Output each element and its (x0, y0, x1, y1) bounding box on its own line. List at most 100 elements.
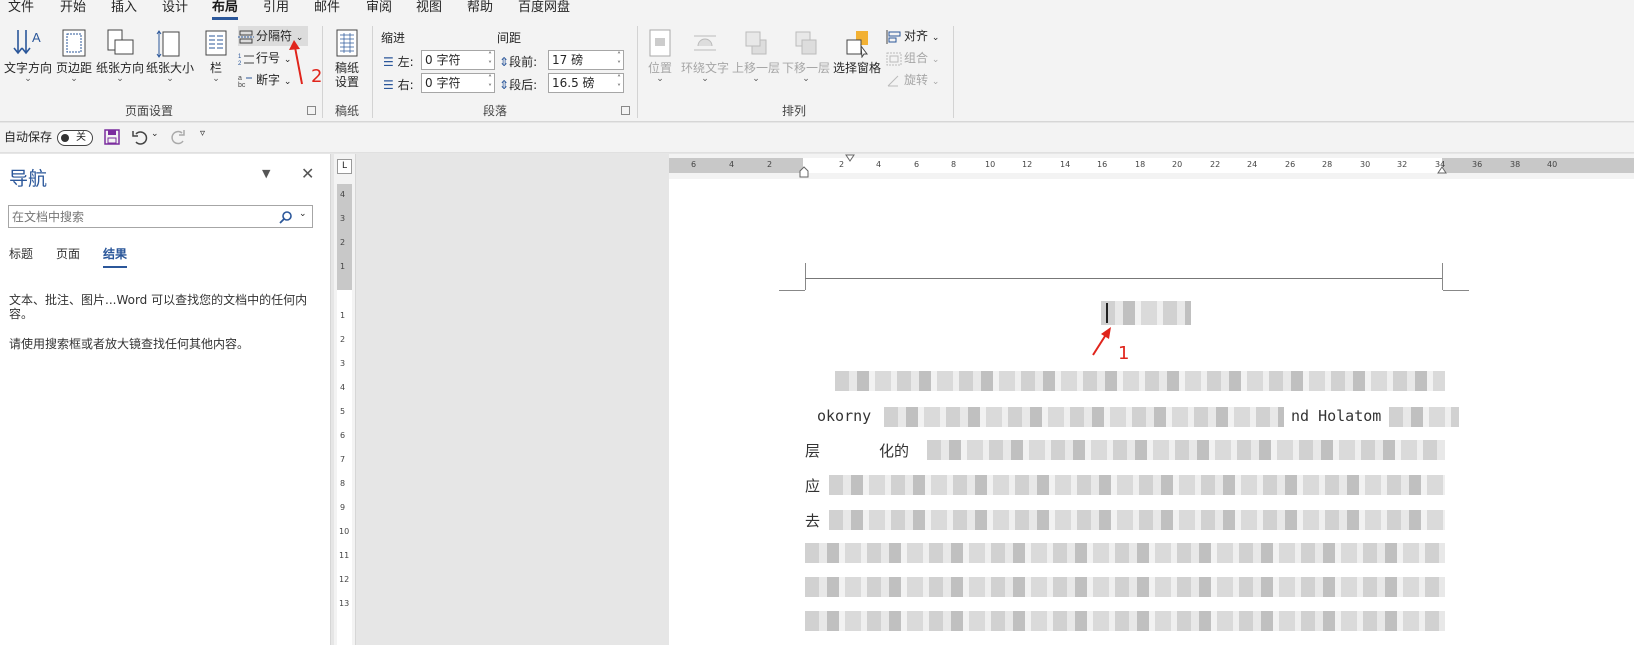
spacing-before-input[interactable]: 17 磅 ˄ ˅ (548, 50, 624, 70)
columns-icon (205, 30, 227, 56)
align-icon (886, 29, 901, 44)
align-button[interactable]: 对齐 ⌄ (886, 26, 946, 46)
autosave-toggle[interactable]: 关 (57, 130, 93, 146)
tab-home[interactable]: 开始 (60, 0, 86, 20)
spin-arrows-icon[interactable]: ˄ ˅ (617, 51, 621, 69)
wrap-text-button[interactable]: 环绕文字 ⌄ (681, 28, 729, 84)
undo-icon[interactable] (132, 129, 148, 145)
ruler-label: 11 (339, 551, 350, 560)
spin-arrows-icon[interactable]: ˄ ˅ (488, 74, 492, 92)
header-rule (805, 278, 1443, 279)
manuscript-settings-button[interactable]: 稿纸 设置 (328, 28, 366, 89)
text-line[interactable] (805, 611, 1445, 631)
tab-help[interactable]: 帮助 (467, 0, 493, 20)
nav-tab-results[interactable]: 结果 (103, 245, 128, 268)
customize-qat-icon[interactable]: ▿ (200, 128, 205, 139)
spin-arrows-icon[interactable]: ˄ ˅ (617, 74, 621, 92)
nav-search-input[interactable] (12, 207, 272, 226)
nav-info-text: 请使用搜索框或者放大镜查找任何其他内容。 (9, 337, 250, 351)
ruler-label: 26 (1285, 160, 1296, 169)
text-line[interactable] (1389, 407, 1459, 427)
undo-dropdown-icon[interactable]: ⌄ (151, 129, 159, 139)
nav-tab-pages[interactable]: 页面 (56, 245, 80, 262)
tab-baidu-netdisk[interactable]: 百度网盘 (518, 0, 570, 20)
indent-label: 缩进 (381, 31, 406, 45)
group-separator (372, 26, 373, 118)
ruler-body (803, 158, 1442, 173)
spin-arrows-icon[interactable]: ˄ ˅ (488, 51, 492, 69)
ruler-label: 2 (767, 160, 773, 169)
text-line[interactable] (829, 475, 1445, 495)
chevron-down-icon: ⌄ (931, 33, 940, 43)
text-line[interactable] (829, 510, 1445, 530)
text-fragment: nd Holatom (1291, 407, 1382, 425)
text-line[interactable] (805, 577, 1445, 597)
orientation-icon (107, 29, 134, 55)
position-button[interactable]: 位置 ⌄ (644, 28, 676, 84)
nav-tab-headings[interactable]: 标题 (9, 245, 33, 262)
crop-mark (779, 290, 805, 291)
text-line[interactable] (927, 440, 1445, 460)
indent-right-input[interactable]: 0 字符 ˄ ˅ (421, 73, 495, 93)
close-icon[interactable]: ✕ (301, 164, 314, 183)
search-icon[interactable] (279, 210, 293, 224)
ruler-label: 2 (340, 238, 346, 247)
indent-marker-icon[interactable] (799, 166, 809, 178)
ruler-label: 4 (729, 160, 735, 169)
nav-info-text: 文本、批注、图片...Word 可以查找您的文档中的任何内容。 (9, 293, 308, 321)
tab-view[interactable]: 视图 (416, 0, 442, 20)
bring-forward-icon (745, 31, 767, 55)
columns-button[interactable]: 栏 ⌄ (203, 28, 229, 84)
text-fragment: 层 (805, 442, 821, 460)
redo-icon[interactable] (170, 129, 186, 145)
send-backward-button[interactable]: 下移一层 ⌄ (782, 28, 830, 84)
ruler-label: 3 (340, 214, 346, 223)
ruler-label: 6 (340, 431, 346, 440)
tab-selector[interactable]: L (337, 159, 352, 174)
orientation-button[interactable]: 纸张方向 ⌄ (96, 28, 144, 84)
indent-right-icon: ☰ (383, 78, 394, 92)
ruler-label: 28 (1322, 160, 1333, 169)
bring-forward-button[interactable]: 上移一层 ⌄ (732, 28, 780, 84)
text-line[interactable] (805, 543, 1445, 563)
chevron-down-icon[interactable]: ⌄ (299, 209, 307, 219)
margins-button[interactable]: 页边距 ⌄ (55, 28, 93, 84)
selection-pane-button[interactable]: 选择窗格 (833, 28, 881, 75)
indent-left-input[interactable]: 0 字符 ˄ ˅ (421, 50, 495, 70)
group-separator (637, 26, 638, 118)
indent-right-label: ☰ 右: (383, 78, 414, 92)
text-line[interactable] (835, 371, 1445, 391)
spacing-after-input[interactable]: 16.5 磅 ˄ ˅ (548, 73, 624, 93)
tab-mailings[interactable]: 邮件 (314, 0, 340, 20)
svg-text:A: A (32, 30, 41, 45)
ruler-label: 36 (1472, 160, 1483, 169)
tab-insert[interactable]: 插入 (111, 0, 137, 20)
text-fragment: okorny (817, 407, 872, 425)
save-icon[interactable] (104, 129, 120, 145)
size-button[interactable]: 纸张大小 ⌄ (146, 28, 194, 84)
document-title[interactable] (1101, 301, 1191, 325)
autosave-label: 自动保存 (4, 130, 53, 144)
nav-options-dropdown-icon[interactable]: ▼ (262, 167, 270, 180)
rotate-button[interactable]: 旋转 ⌄ (886, 70, 946, 90)
ruler-label: 12 (1022, 160, 1033, 169)
tab-design[interactable]: 设计 (162, 0, 188, 20)
chevron-down-icon: ⌄ (752, 74, 760, 84)
ruler-label: 32 (1397, 160, 1408, 169)
ribbon-tab-bar: 文件 开始 插入 设计 布局 引用 邮件 审阅 视图 帮助 百度网盘 (0, 0, 1634, 20)
tab-layout[interactable]: 布局 (212, 0, 239, 20)
text-direction-button[interactable]: A 文字方向 ⌄ (4, 28, 52, 84)
first-line-indent-icon[interactable] (845, 154, 855, 162)
tab-references[interactable]: 引用 (263, 0, 289, 20)
line-numbers-icon: 12 (238, 54, 254, 67)
right-indent-icon[interactable] (1437, 166, 1447, 174)
paragraph-launcher[interactable] (621, 106, 630, 115)
tab-review[interactable]: 审阅 (366, 0, 392, 20)
tab-file[interactable]: 文件 (8, 0, 34, 20)
text-line[interactable] (884, 407, 1284, 427)
group-button[interactable]: 组合 ⌄ (886, 48, 946, 68)
nav-search-box: ⌄ (8, 205, 313, 228)
ruler-label: 4 (340, 190, 346, 199)
ruler-label: 4 (340, 383, 346, 392)
chevron-down-icon: ⌄ (24, 74, 32, 84)
